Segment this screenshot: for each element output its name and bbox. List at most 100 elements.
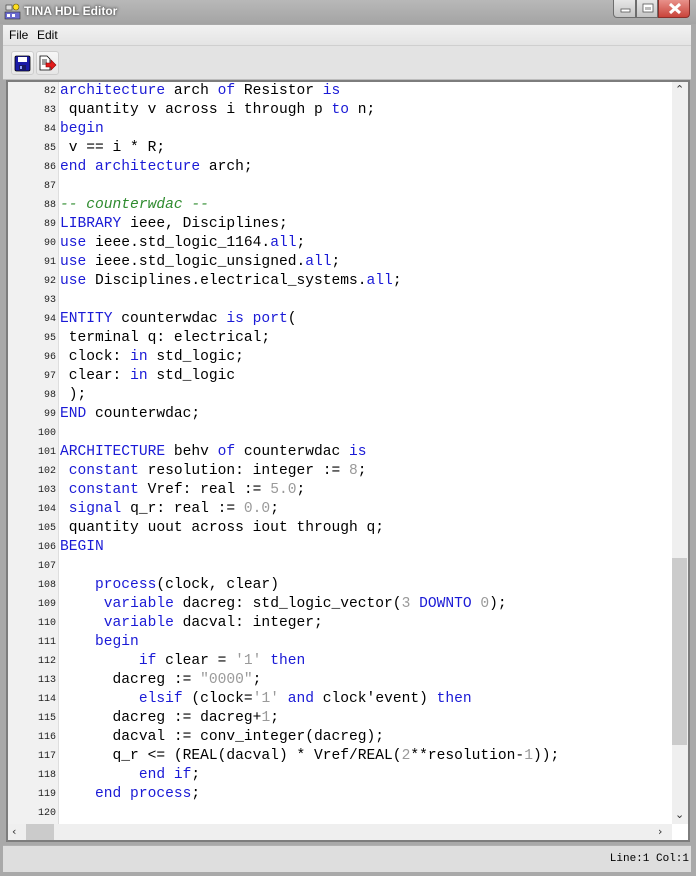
horizontal-scroll-thumb[interactable]: [26, 824, 54, 840]
text-token: ;: [392, 273, 402, 289]
line-number: 88: [43, 200, 56, 211]
text-token: counterwdac: [112, 311, 227, 327]
export-arrow-icon: [39, 55, 57, 71]
text-token: ;: [270, 710, 279, 726]
text-token: ;: [357, 463, 367, 479]
vertical-scrollbar[interactable]: ⌃ ⌄: [672, 82, 688, 824]
code-text: clear: in std_logic: [60, 368, 235, 384]
code-line[interactable]: 95 terminal q: electrical;: [8, 329, 672, 348]
code-text: BEGIN: [60, 539, 104, 555]
code-line[interactable]: 99 END counterwdac;: [8, 405, 672, 424]
keyword-token: then: [270, 653, 306, 669]
code-line[interactable]: 112 if clear = '1' then: [8, 652, 672, 671]
line-number: 103: [37, 485, 56, 496]
code-editor[interactable]: 82 architecture arch of Resistor is 83 qua…: [6, 80, 690, 842]
menu-edit[interactable]: Edit: [37, 28, 58, 42]
text-token: ;: [296, 482, 306, 498]
code-line[interactable]: 118 end if;: [8, 766, 672, 785]
literal-token: 1: [261, 710, 271, 726]
keyword-token: variable: [103, 615, 174, 631]
code-line[interactable]: 87: [8, 177, 672, 196]
editor-window: TINA HDL Editor File Edit 82 architectur…: [0, 0, 696, 876]
line-number: 90: [43, 238, 56, 249]
text-token: n;: [349, 102, 376, 118]
code-line[interactable]: 94 ENTITY counterwdac is port(: [8, 310, 672, 329]
maximize-button[interactable]: [636, 0, 658, 18]
horizontal-scrollbar[interactable]: ‹ ›: [8, 824, 672, 840]
text-token: dacreg: std_logic_vector(: [173, 596, 402, 612]
close-button[interactable]: [658, 0, 690, 18]
code-line[interactable]: 86 end architecture arch;: [8, 158, 672, 177]
menu-file[interactable]: File: [9, 28, 28, 42]
line-number: 94: [43, 314, 56, 325]
text-token: (clock, clear): [156, 577, 279, 593]
save-button[interactable]: [11, 51, 34, 75]
code-text: if clear = '1' then: [60, 653, 305, 669]
code-line[interactable]: 93: [8, 291, 672, 310]
code-line[interactable]: 106 BEGIN: [8, 538, 672, 557]
code-text: );: [60, 387, 87, 403]
code-line[interactable]: 103 constant Vref: real := 5.0;: [8, 481, 672, 500]
code-line[interactable]: 120: [8, 804, 672, 823]
code-line[interactable]: 97 clear: in std_logic: [8, 367, 672, 386]
literal-token: 2: [401, 748, 411, 764]
code-line[interactable]: 91 use ieee.std_logic_unsigned.all;: [8, 253, 672, 272]
code-line[interactable]: 105 quantity uout across iout through q;: [8, 519, 672, 538]
scroll-left-icon[interactable]: ‹: [12, 825, 16, 838]
keyword-token: use: [60, 254, 87, 270]
code-line[interactable]: 90 use ieee.std_logic_1164.all;: [8, 234, 672, 253]
code-line[interactable]: 85 v == i * R;: [8, 139, 672, 158]
code-line[interactable]: 84 begin: [8, 120, 672, 139]
literal-token: 1: [524, 748, 533, 764]
code-line[interactable]: 83 quantity v across i through p to n;: [8, 101, 672, 120]
code-line[interactable]: 117 q_r <= (REAL(dacval) * Vref/REAL(2**…: [8, 747, 672, 766]
scroll-down-icon[interactable]: ⌄: [675, 808, 684, 821]
line-number: 97: [43, 371, 56, 382]
code-line[interactable]: 104 signal q_r: real := 0.0;: [8, 500, 672, 519]
line-number: 106: [37, 542, 56, 553]
code-line[interactable]: 96 clock: in std_logic;: [8, 348, 672, 367]
line-number: 113: [37, 675, 56, 686]
code-line[interactable]: 89 LIBRARY ieee, Disciplines;: [8, 215, 672, 234]
line-number: 98: [43, 390, 56, 401]
code-line[interactable]: 82 architecture arch of Resistor is: [8, 82, 672, 101]
code-line[interactable]: 102 constant resolution: integer := 8;: [8, 462, 672, 481]
line-number: 117: [37, 751, 56, 762]
code-line[interactable]: 107: [8, 557, 672, 576]
code-line[interactable]: 88 -- counterwdac --: [8, 196, 672, 215]
code-line[interactable]: 108 process(clock, clear): [8, 576, 672, 595]
text-token: counterwdac: [235, 444, 350, 460]
keyword-token: use: [60, 273, 87, 289]
code-line[interactable]: 119 end process;: [8, 785, 672, 804]
literal-token: 0: [480, 596, 490, 612]
text-token: **resolution-: [410, 748, 525, 764]
line-number: 95: [43, 333, 56, 344]
export-button[interactable]: [36, 51, 59, 75]
keyword-token: constant: [68, 482, 139, 498]
code-line[interactable]: 114 elsif (clock='1' and clock'event) th…: [8, 690, 672, 709]
code-text: dacreg := dacreg+1;: [60, 710, 279, 726]
code-line[interactable]: 116 dacval := conv_integer(dacreg);: [8, 728, 672, 747]
code-text: constant resolution: integer := 8;: [60, 463, 367, 479]
toolbar: [3, 46, 691, 80]
code-line[interactable]: 111 begin: [8, 633, 672, 652]
literal-token: 0.0: [243, 501, 271, 517]
scroll-right-icon[interactable]: ›: [658, 825, 662, 838]
keyword-token: in: [130, 368, 148, 384]
code-text-area[interactable]: 82 architecture arch of Resistor is 83 qua…: [8, 82, 672, 824]
code-line[interactable]: 98 );: [8, 386, 672, 405]
code-line[interactable]: 101 ARCHITECTURE behv of counterwdac is: [8, 443, 672, 462]
minimize-button[interactable]: [613, 0, 636, 18]
vertical-scroll-thumb[interactable]: [672, 558, 687, 746]
code-line[interactable]: 113 dacreg := "0000";: [8, 671, 672, 690]
line-number: 120: [37, 808, 56, 819]
code-line[interactable]: 92 use Disciplines.electrical_systems.all…: [8, 272, 672, 291]
title-bar[interactable]: TINA HDL Editor: [0, 0, 696, 24]
code-text: END counterwdac;: [60, 406, 200, 422]
line-number: 84: [43, 124, 56, 135]
code-line[interactable]: 109 variable dacreg: std_logic_vector(3 …: [8, 595, 672, 614]
code-line[interactable]: 110 variable dacval: integer;: [8, 614, 672, 633]
code-line[interactable]: 115 dacreg := dacreg+1;: [8, 709, 672, 728]
scroll-up-icon[interactable]: ⌃: [675, 83, 684, 96]
code-line[interactable]: 100: [8, 424, 672, 443]
